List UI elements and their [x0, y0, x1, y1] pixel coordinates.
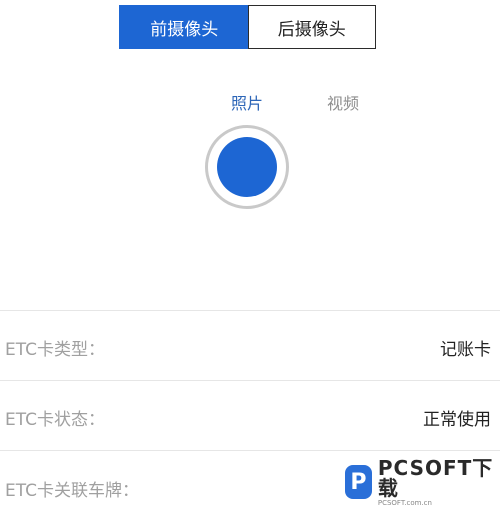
- divider: [0, 310, 500, 311]
- tab-video[interactable]: 视频: [327, 90, 359, 114]
- watermark-text: PCSOFT下载: [377, 455, 494, 500]
- watermark-text-block: PCSOFT下载 PCSOFT.com.cn: [378, 458, 500, 507]
- watermark-logo-icon: P: [345, 465, 372, 499]
- camera-toggle: 前摄像头 后摄像头: [119, 5, 376, 49]
- tab-photo[interactable]: 照片: [231, 90, 263, 114]
- etc-card-status-value: 正常使用: [423, 410, 491, 430]
- rear-camera-button[interactable]: 后摄像头: [247, 5, 376, 49]
- divider: [0, 380, 500, 381]
- watermark-subtext: PCSOFT.com.cn: [377, 498, 432, 507]
- etc-card-plate-label: ETC卡关联车牌：: [5, 481, 139, 501]
- shutter-button[interactable]: [205, 125, 289, 209]
- site-watermark: P PCSOFT下载 PCSOFT.com.cn: [345, 458, 500, 506]
- divider: [0, 450, 500, 451]
- etc-card-type-value: 记账卡: [440, 340, 491, 360]
- front-camera-button[interactable]: 前摄像头: [121, 7, 248, 47]
- etc-card-type-label: ETC卡类型：: [5, 340, 105, 360]
- shutter-button-icon: [217, 137, 277, 197]
- etc-camera-screen: 前摄像头 后摄像头 照片 视频 ETC卡类型： 记账卡 ETC卡状态： 正常使用…: [0, 0, 500, 509]
- etc-card-status-label: ETC卡状态：: [5, 410, 105, 430]
